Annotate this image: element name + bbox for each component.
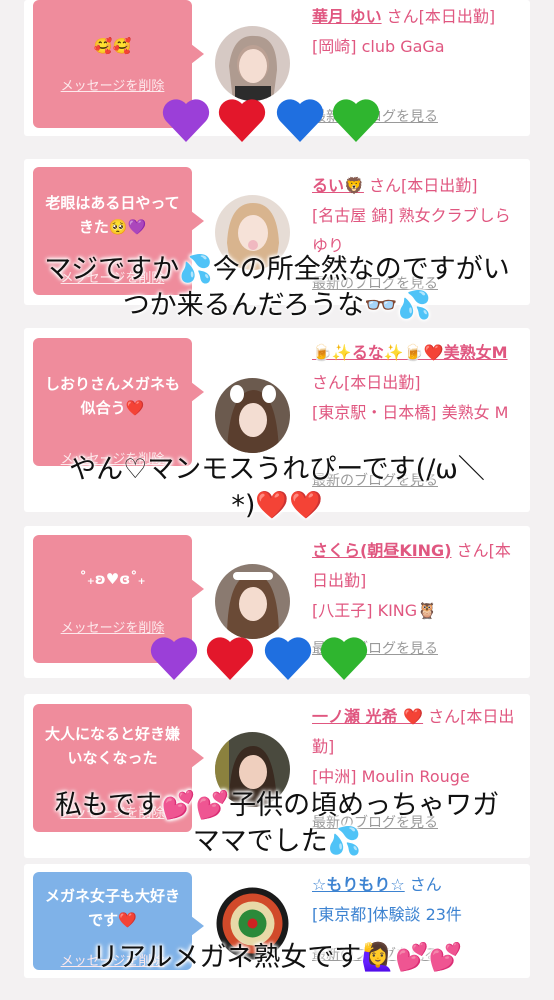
message-text: 大人になると好き嫌いなくなった <box>44 725 180 767</box>
profile-name-link[interactable]: さくら(朝昼KING) <box>312 541 452 560</box>
profile-name-link[interactable]: 一ノ瀬 光希 ❤️ <box>312 707 423 726</box>
hearts-row-1 <box>160 94 390 150</box>
overlay-comment-line: リアルメガネ熟女です🙋‍♀️💕💕 <box>91 942 463 973</box>
profile-location[interactable]: [八王子] KING🦉 <box>312 601 437 620</box>
overlay-comment-line: *)❤️❤️ <box>231 490 323 521</box>
overlay-comment: リアルメガネ熟女です🙋‍♀️💕💕 <box>0 940 554 976</box>
overlay-comment: 私もです💕💕子供の頃めっちゃワガ ママでした💦 <box>0 788 554 860</box>
profile-status: さん[本日出勤] <box>312 373 421 392</box>
blue-heart-icon <box>276 99 324 142</box>
profile-info: さくら(朝昼KING) さん[本日出勤] [八王子] KING🦉 <box>312 536 522 626</box>
message-text: ˚₊ʚ♥ɞ˚₊ <box>79 570 146 588</box>
delete-message-link[interactable]: メッセージを削除 <box>33 75 192 94</box>
green-heart-icon <box>332 99 380 142</box>
profile-location[interactable]: [名古屋 錦] 熟女クラブしらゆり <box>312 206 511 255</box>
message-text: メガネ女子も大好きです❤️ <box>44 887 180 929</box>
profile-location[interactable]: [中洲] Moulin Rouge <box>312 767 470 786</box>
overlay-comment-line: つか来るんだろうな👓💦 <box>122 290 432 321</box>
overlay-comment-line: ママでした💦 <box>192 826 362 857</box>
profile-name-link[interactable]: るい🦁 <box>312 176 364 195</box>
profile-info: 一ノ瀬 光希 ❤️ さん[本日出勤] [中洲] Moulin Rouge <box>312 702 522 792</box>
overlay-comment-line: やん♡マンモスうれぴーです(/ω＼ <box>69 454 485 485</box>
overlay-comment-line: 私もです💕💕子供の頃めっちゃワガ <box>54 790 500 821</box>
green-heart-icon <box>320 637 368 680</box>
profile-name-link[interactable]: ☆もりもり☆ <box>312 875 405 894</box>
avatar[interactable] <box>215 564 290 639</box>
avatar[interactable] <box>215 378 290 453</box>
profile-info: 🍺✨るな✨🍺❤️美熟女M さん[本日出勤] [東京駅・日本橋] 美熟女 M <box>312 338 522 428</box>
profile-status: さん <box>409 875 442 894</box>
message-bubble: しおりさんメガネも似合う❤️ メッセージを削除 <box>33 338 204 467</box>
message-text: しおりさんメガネも似合う❤️ <box>44 375 180 417</box>
overlay-comment: やん♡マンモスうれぴーです(/ω＼ *)❤️❤️ <box>0 452 554 524</box>
profile-info: ☆もりもり☆ さん [東京都]体験談 23件 <box>312 870 522 930</box>
profile-status: さん[本日出勤] <box>386 7 496 26</box>
profile-info: 華月 ゆい さん[本日出勤] [岡崎] club GaGa <box>312 2 522 62</box>
red-heart-icon <box>218 99 266 142</box>
profile-info: るい🦁 さん[本日出勤] [名古屋 錦] 熟女クラブしらゆり <box>312 171 522 261</box>
overlay-comment: マジですか💦今の所全然なのですがい つか来るんだろうな👓💦 <box>0 252 554 324</box>
avatar[interactable] <box>215 26 290 101</box>
profile-location[interactable]: [東京都]体験談 23件 <box>312 905 462 924</box>
hearts-row-2 <box>148 632 378 688</box>
red-heart-icon <box>206 637 254 680</box>
profile-location[interactable]: [東京駅・日本橋] 美熟女 M <box>312 403 508 422</box>
profile-location[interactable]: [岡崎] club GaGa <box>312 37 445 56</box>
message-text: 老眼はある日やってきた🥺💜 <box>45 194 180 236</box>
profile-status: さん[本日出勤] <box>369 176 478 195</box>
profile-name-link[interactable]: 🍺✨るな✨🍺❤️美熟女M <box>312 343 508 362</box>
purple-heart-icon <box>150 637 198 680</box>
profile-name-link[interactable]: 華月 ゆい <box>312 7 382 26</box>
overlay-comment-line: マジですか💦今の所全然なのですがい <box>44 254 510 285</box>
purple-heart-icon <box>162 99 210 142</box>
message-text: 🥰🥰 <box>93 37 132 55</box>
blue-heart-icon <box>264 637 312 680</box>
